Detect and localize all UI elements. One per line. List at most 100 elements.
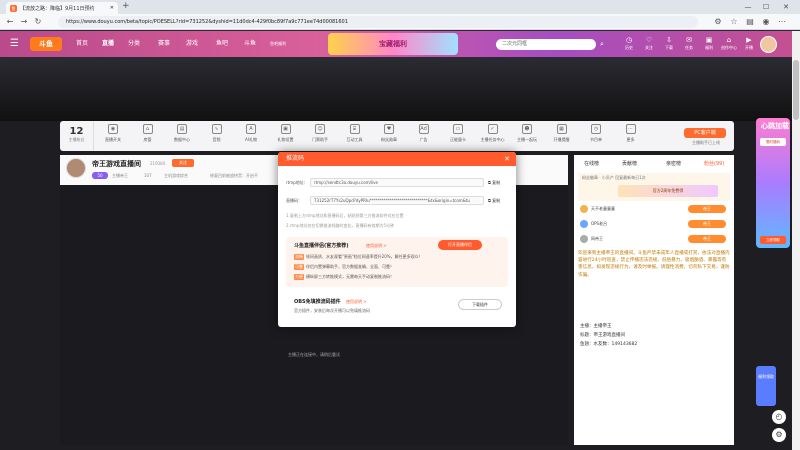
- tab-intimacy[interactable]: 亲密榜: [666, 160, 681, 167]
- feature-tag: 流畅: [294, 254, 304, 260]
- new-tab-icon[interactable]: +: [122, 1, 130, 11]
- assistant-help-link[interactable]: 使用说明 >: [366, 243, 387, 249]
- copy-icon: ⧉: [488, 198, 491, 203]
- forward-icon[interactable]: →: [18, 16, 30, 28]
- maximize-icon[interactable]: ☐: [758, 1, 774, 13]
- favorites-icon[interactable]: ☆: [728, 16, 740, 28]
- info-title: 标题：帝王游戏直播间: [580, 333, 625, 338]
- nav-fishbar[interactable]: 鱼吧: [216, 39, 228, 49]
- toolbar-tool[interactable]: ✓ 主播任务中心: [478, 124, 508, 150]
- user-avatar[interactable]: [760, 36, 777, 53]
- streamer-avatar[interactable]: [66, 158, 86, 178]
- scrollbar-thumb[interactable]: [793, 60, 799, 120]
- url-input[interactable]: https://www.douyu.com/beta/topic/POESELL…: [58, 16, 698, 28]
- browser-tab[interactable]: 鱼 【流放之路：降临】9月11日预约 ✕: [6, 2, 118, 14]
- toolbar-tool-label: 节目单: [590, 137, 602, 142]
- toolbar-tool[interactable]: ▦ 开播提醒: [547, 124, 577, 150]
- toolbar-tool[interactable]: ▤ 数据中心: [167, 124, 197, 150]
- back-icon[interactable]: ←: [4, 16, 16, 28]
- header-gift[interactable]: ▣ 福利: [700, 36, 718, 54]
- download-plugin-button[interactable]: 下载插件: [458, 299, 502, 310]
- room-category[interactable]: 主机游戏综合: [164, 173, 188, 179]
- header-download[interactable]: ⇩ 下载: [660, 36, 678, 54]
- menu-more-icon[interactable]: ⋯: [776, 16, 788, 28]
- tab-fans[interactable]: 粉丝(99): [704, 160, 724, 167]
- rtmp-copy-button[interactable]: ⧉ 复制: [488, 180, 510, 186]
- toolbar-tool[interactable]: ♥ 粉丝勋章: [374, 124, 404, 150]
- hamburger-menu-icon[interactable]: ☰: [10, 38, 22, 50]
- settings-gear-icon[interactable]: ⚙: [772, 428, 786, 442]
- toolbar-tool[interactable]: Ad 广告: [409, 124, 439, 150]
- tab-online-rank[interactable]: 在线榜: [584, 160, 599, 167]
- tab-close-icon[interactable]: ✕: [110, 5, 114, 11]
- search-input[interactable]: 二次元同框: [496, 39, 596, 50]
- fan-badge-banner[interactable]: 官方2周年免费得: [618, 185, 718, 197]
- side-ad-secondary[interactable]: 福利领取: [756, 366, 776, 406]
- header-task[interactable]: ✉ 任务: [680, 36, 698, 54]
- nav-category[interactable]: 分类: [128, 39, 140, 49]
- timer-icon[interactable]: ◴: [772, 410, 786, 424]
- header-banner[interactable]: 宝藏福利: [328, 33, 458, 55]
- key-copy-button[interactable]: ⧉ 复制: [488, 198, 510, 204]
- data-icon: ▤: [177, 124, 187, 134]
- stream-key-field[interactable]: 731252rT7Ys2uQpd?dyPRIu*****************…: [310, 196, 484, 205]
- side-ad-claim-button[interactable]: 立即领取: [760, 236, 786, 244]
- toolbar-tool[interactable]: ◷ 节目单: [581, 124, 611, 150]
- list-item[interactable]: 天不老童童童 帝王: [580, 203, 730, 215]
- nav-games[interactable]: 游戏: [186, 39, 198, 49]
- nav-mini-promo[interactable]: 鱼吧福利: [270, 39, 286, 49]
- toolbar-tool[interactable]: ▭ 正能量卡: [443, 124, 473, 150]
- toolbar-tool[interactable]: ◉ 直播开关: [98, 124, 128, 150]
- toolbar-tool-label: 数据中心: [174, 137, 190, 142]
- list-item[interactable]: 网帝王 帝王: [580, 233, 730, 245]
- header-history[interactable]: ◷ 历史: [620, 36, 638, 54]
- toolbar-tool[interactable]: ∿ 音频: [202, 124, 232, 150]
- history-icon: ◷: [625, 36, 633, 44]
- feature-text: 伴侣内置弹幕助手，官方数据准确、全面、可靠！: [306, 264, 394, 269]
- clock-icon: ◷: [591, 124, 601, 134]
- header-follow[interactable]: ♡ 关注: [640, 36, 658, 54]
- header-dashboard[interactable]: ⌂ 创作中心: [720, 36, 738, 54]
- open-assistant-button[interactable]: 打开直播伴侣: [438, 240, 482, 250]
- minimize-icon[interactable]: —: [740, 1, 756, 13]
- list-item[interactable]: OPS老吕 帝王: [580, 218, 730, 230]
- header-golive[interactable]: ▶ 开播: [740, 36, 758, 54]
- reload-icon[interactable]: ↻: [32, 16, 44, 28]
- toolbar-tool[interactable]: ☺ 门票助手: [305, 124, 335, 150]
- nav-douyu[interactable]: 斗鱼: [244, 39, 256, 49]
- extensions-icon[interactable]: ⚙: [712, 16, 724, 28]
- nav-events[interactable]: 赛事: [158, 39, 170, 49]
- feature-text: 帧间画质、水友观看"原画"档位网速率提升20%，解任更多观众！: [306, 254, 423, 259]
- streamer-name[interactable]: 主播帝王: [112, 173, 128, 179]
- tab-contribution[interactable]: 贡献榜: [622, 160, 637, 167]
- user-avatar-dot: [580, 235, 588, 243]
- site-logo[interactable]: 斗鱼: [30, 37, 62, 51]
- toolbar-tool[interactable]: A AI礼物: [236, 124, 266, 150]
- assistant-title: 斗鱼直播伴侣(官方推荐): [294, 243, 349, 249]
- search-icon[interactable]: ⌕: [600, 39, 612, 50]
- list-item-name: 网帝王: [591, 236, 603, 241]
- nav-home[interactable]: 首页: [76, 39, 88, 49]
- hero-background: [0, 57, 792, 121]
- toolbar-tool[interactable]: ▣ 礼物设置: [271, 124, 301, 150]
- nav-live[interactable]: 直播: [102, 39, 114, 49]
- obs-help-link[interactable]: 使用说明 >: [346, 299, 367, 305]
- close-window-icon[interactable]: ✕: [778, 1, 794, 13]
- toolbar-tool[interactable]: ⋯ 更多: [616, 124, 646, 150]
- toolbar-tool[interactable]: ⌂ 房管: [133, 124, 163, 150]
- profile-icon[interactable]: ◉: [760, 16, 772, 28]
- follower-count-box[interactable]: 12 主播粉丝: [60, 121, 94, 151]
- subscribe-button[interactable]: 关注: [172, 159, 194, 167]
- dialog-close-icon[interactable]: ✕: [502, 154, 512, 164]
- toolbar-tool[interactable]: ⌸ 互动工具: [340, 124, 370, 150]
- calendar-icon: ▦: [556, 124, 567, 134]
- pc-client-button[interactable]: PC客户端: [684, 128, 726, 138]
- side-ad-button[interactable]: 限时福利: [760, 138, 786, 146]
- site-header: ☰ 斗鱼 首页 直播 分类 赛事 游戏 鱼吧 斗鱼 鱼吧福利 宝藏福利 二次元同…: [0, 31, 792, 57]
- toolbar-tool[interactable]: ☻ 主播一起玩: [512, 124, 542, 150]
- info-streamer: 主播：主播帝王: [580, 324, 612, 329]
- check-icon: ✓: [487, 124, 498, 134]
- ad-icon: Ad: [418, 124, 429, 134]
- rtmp-field[interactable]: rtmp://sendtc3a.douyu.com/live: [310, 178, 484, 187]
- collections-icon[interactable]: ▤: [744, 16, 756, 28]
